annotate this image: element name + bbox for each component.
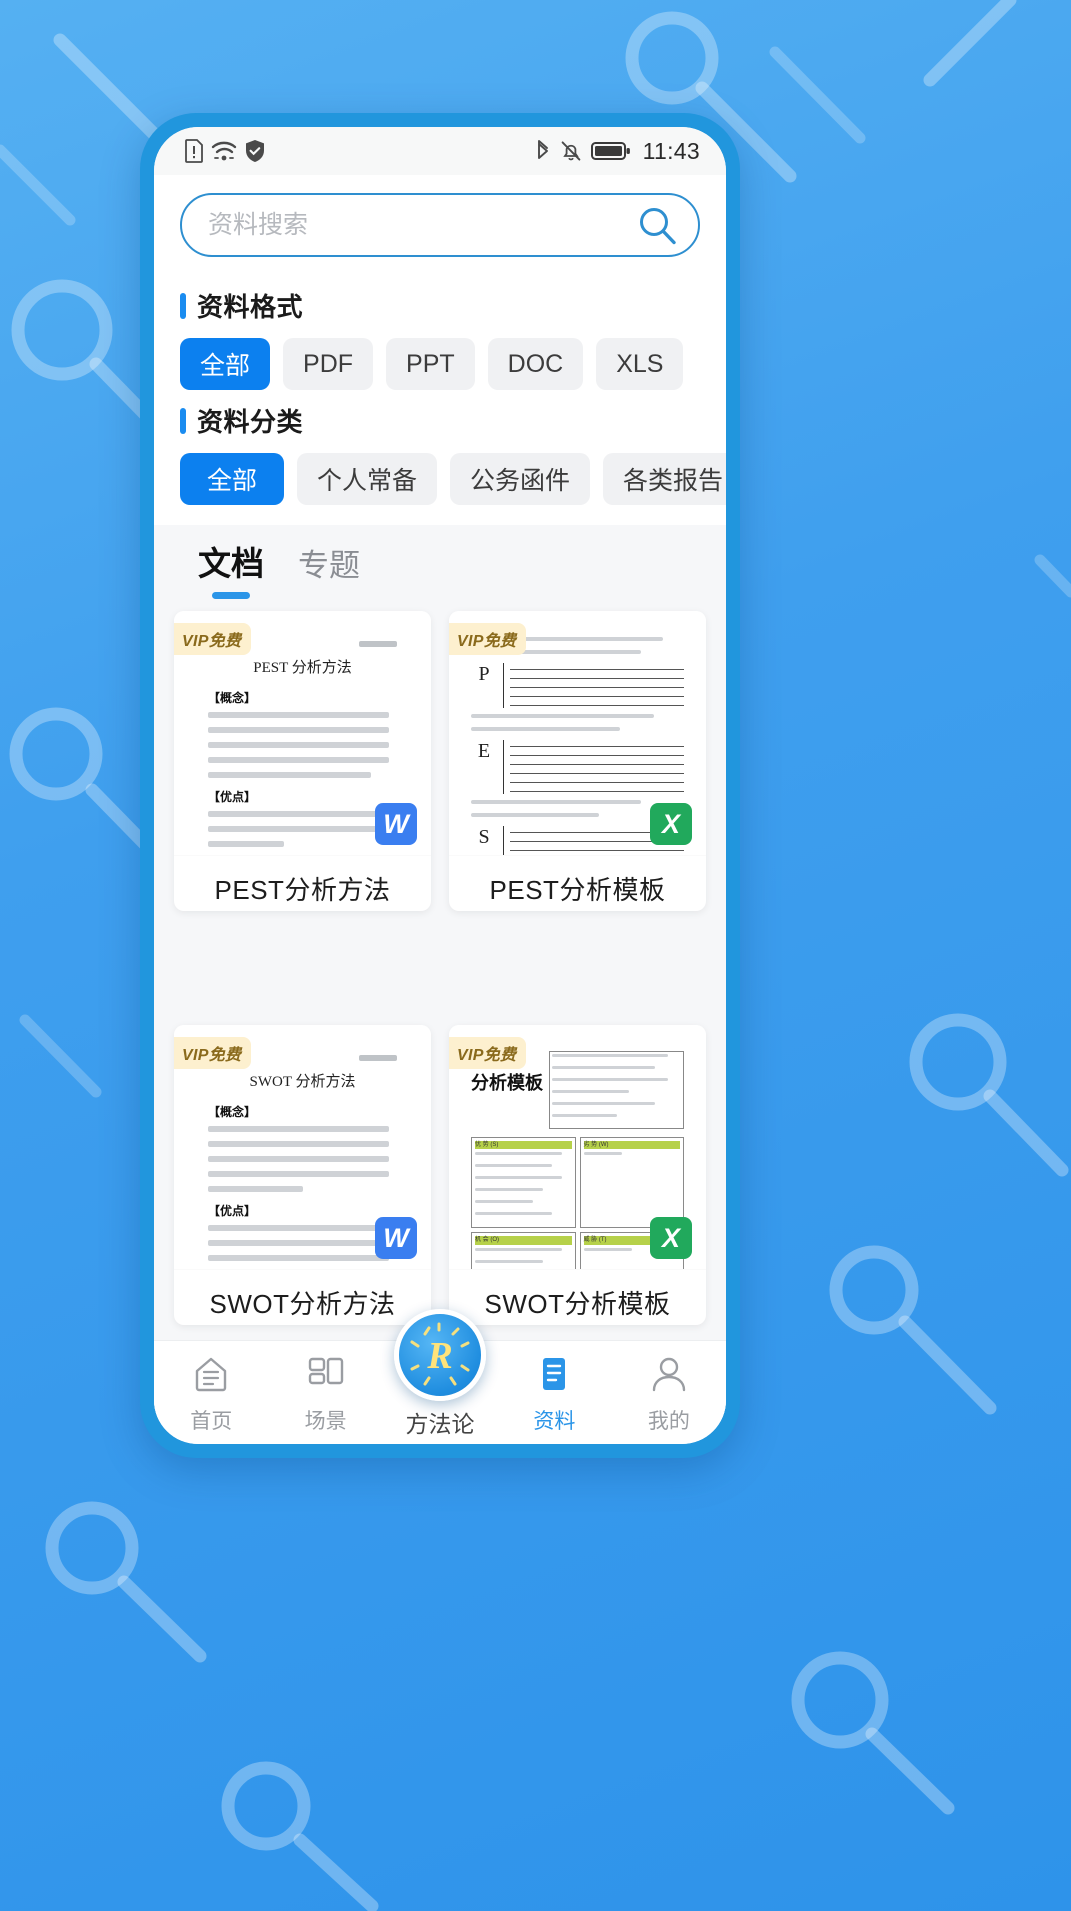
chip-category-reports[interactable]: 各类报告 bbox=[603, 453, 726, 505]
thumb-row-label: S bbox=[478, 826, 490, 848]
thumb-section-label: 【优点】 bbox=[208, 1204, 257, 1218]
search-bar[interactable] bbox=[180, 193, 700, 257]
battery-full-icon bbox=[590, 140, 631, 162]
document-card[interactable]: VIP免费 PEST 分析方法 【概念】 【优点】 【缺点】 W bbox=[174, 611, 431, 911]
bottom-navigation: 首页 场景 R 方法论 资料 我的 bbox=[154, 1309, 726, 1444]
phone-frame: 11:43 资料格式 全部 PDF PPT DOC bbox=[140, 113, 740, 1458]
wifi-icon bbox=[211, 139, 237, 163]
chip-format-doc[interactable]: DOC bbox=[487, 338, 584, 390]
home-icon bbox=[191, 1355, 231, 1398]
thumb-heading: SWOT 分析方法 bbox=[249, 1074, 356, 1090]
document-lines-icon bbox=[534, 1355, 574, 1398]
thumb-heading: PEST 分析方法 bbox=[253, 660, 352, 676]
tab-documents-label: 文档 bbox=[198, 545, 264, 582]
accent-bar bbox=[180, 407, 186, 434]
file-type-badge-excel: X bbox=[650, 1217, 692, 1259]
status-bar: 11:43 bbox=[154, 127, 726, 175]
thumb-section-label: 【概念】 bbox=[208, 1105, 257, 1119]
document-title: SWOT分析方法 bbox=[209, 1289, 396, 1319]
thumb-row-label: P bbox=[478, 663, 490, 685]
content-tabs: 文档 专题 bbox=[154, 525, 726, 601]
chip-format-xls[interactable]: XLS bbox=[596, 338, 684, 390]
filter-header-category: 资料分类 bbox=[180, 402, 700, 439]
chip-format-ppt[interactable]: PPT bbox=[386, 338, 475, 390]
thumb-row-label: E bbox=[477, 740, 491, 762]
document-read-count: 136阅读 bbox=[174, 907, 431, 911]
thumb-quadrant-label: 劣 势 (W) bbox=[583, 1141, 680, 1150]
nav-item-profile[interactable]: 我的 bbox=[612, 1355, 726, 1435]
search-icon[interactable] bbox=[636, 204, 678, 246]
thumb-section-label: 【概念】 bbox=[208, 691, 257, 705]
document-thumbnail: VIP免费 SWOT 分析方法 【概念】 【优点】 W bbox=[174, 1025, 431, 1270]
chip-format-pdf[interactable]: PDF bbox=[283, 338, 374, 390]
person-icon bbox=[649, 1355, 689, 1398]
search-section bbox=[154, 175, 726, 271]
thumb-quadrant-label: 机 会 (O) bbox=[475, 1236, 572, 1245]
tab-topics-label: 专题 bbox=[298, 548, 360, 583]
chip-category-personal[interactable]: 个人常备 bbox=[297, 453, 438, 505]
notification-off-icon bbox=[560, 139, 582, 163]
document-card[interactable]: VIP免费 P E S X PEST分析模板 bbox=[449, 611, 706, 911]
nav-item-methodology[interactable]: R 方法论 bbox=[383, 1309, 497, 1439]
document-title: PEST分析模板 bbox=[489, 875, 666, 905]
nav-item-home-label: 首页 bbox=[190, 1410, 233, 1433]
document-thumbnail: VIP免费 P E S X bbox=[449, 611, 706, 856]
document-read-count: 184阅读 bbox=[449, 907, 706, 911]
document-read-count bbox=[449, 1321, 706, 1325]
file-type-badge-word: W bbox=[375, 803, 417, 845]
document-thumbnail: VIP免费 SWOT 分析模板 优 势 (S) bbox=[449, 1025, 706, 1270]
document-title: SWOT分析模板 bbox=[484, 1289, 671, 1319]
grid-layout-icon bbox=[306, 1355, 346, 1398]
document-grid: VIP免费 PEST 分析方法 【概念】 【优点】 【缺点】 W bbox=[154, 601, 726, 1421]
chip-category-official[interactable]: 公务函件 bbox=[450, 453, 591, 505]
search-input[interactable] bbox=[208, 210, 636, 240]
nav-item-methodology-label: 方法论 bbox=[405, 1411, 475, 1437]
nav-item-home[interactable]: 首页 bbox=[154, 1355, 268, 1435]
nav-item-profile-label: 我的 bbox=[647, 1410, 690, 1433]
document-title: PEST分析方法 bbox=[214, 875, 391, 905]
thumb-quadrant-label: 优 势 (S) bbox=[475, 1141, 572, 1150]
phone-screen: 11:43 资料格式 全部 PDF PPT DOC bbox=[154, 127, 726, 1444]
filter-chips-category: 全部 个人常备 公务函件 各类报告 bbox=[180, 453, 726, 505]
chip-format-all[interactable]: 全部 bbox=[180, 338, 271, 390]
document-thumbnail: VIP免费 PEST 分析方法 【概念】 【优点】 【缺点】 W bbox=[174, 611, 431, 856]
r-logo-icon[interactable]: R bbox=[394, 1309, 487, 1401]
nav-item-materials[interactable]: 资料 bbox=[497, 1355, 611, 1435]
svg-text:R: R bbox=[426, 1335, 452, 1377]
thumb-section-label: 【优点】 bbox=[208, 790, 257, 804]
vip-badge: VIP免费 bbox=[174, 623, 252, 655]
filter-title-format: 资料格式 bbox=[197, 292, 304, 322]
nav-item-scene[interactable]: 场景 bbox=[268, 1355, 382, 1435]
filter-title-category: 资料分类 bbox=[197, 407, 304, 437]
document-card[interactable]: VIP免费 SWOT 分析方法 【概念】 【优点】 W SWOT分析方法 bbox=[174, 1025, 431, 1325]
vip-badge: VIP免费 bbox=[449, 1037, 527, 1069]
filter-chips-format: 全部 PDF PPT DOC XLS bbox=[180, 338, 700, 390]
file-type-badge-word: W bbox=[375, 1217, 417, 1259]
chip-category-all[interactable]: 全部 bbox=[180, 453, 284, 505]
sim-card-alert-icon bbox=[184, 139, 204, 163]
tab-documents[interactable]: 文档 bbox=[198, 537, 264, 601]
tab-topics[interactable]: 专题 bbox=[298, 540, 360, 601]
shield-check-icon bbox=[244, 139, 266, 163]
status-bar-time: 11:43 bbox=[642, 137, 700, 164]
vip-badge: VIP免费 bbox=[449, 623, 527, 655]
tab-active-indicator bbox=[212, 592, 250, 599]
document-card[interactable]: VIP免费 SWOT 分析模板 优 势 (S) bbox=[449, 1025, 706, 1325]
nav-item-materials-label: 资料 bbox=[533, 1410, 576, 1433]
bluetooth-icon bbox=[535, 139, 551, 163]
file-type-badge-excel: X bbox=[650, 803, 692, 845]
vip-badge: VIP免费 bbox=[174, 1037, 252, 1069]
document-read-count bbox=[174, 1321, 431, 1325]
accent-bar bbox=[180, 292, 186, 319]
filters-section: 资料格式 全部 PDF PPT DOC XLS 资料分类 全部 个人常备 公务函… bbox=[154, 271, 726, 525]
filter-header-format: 资料格式 bbox=[180, 287, 700, 324]
nav-item-scene-label: 场景 bbox=[304, 1410, 347, 1433]
